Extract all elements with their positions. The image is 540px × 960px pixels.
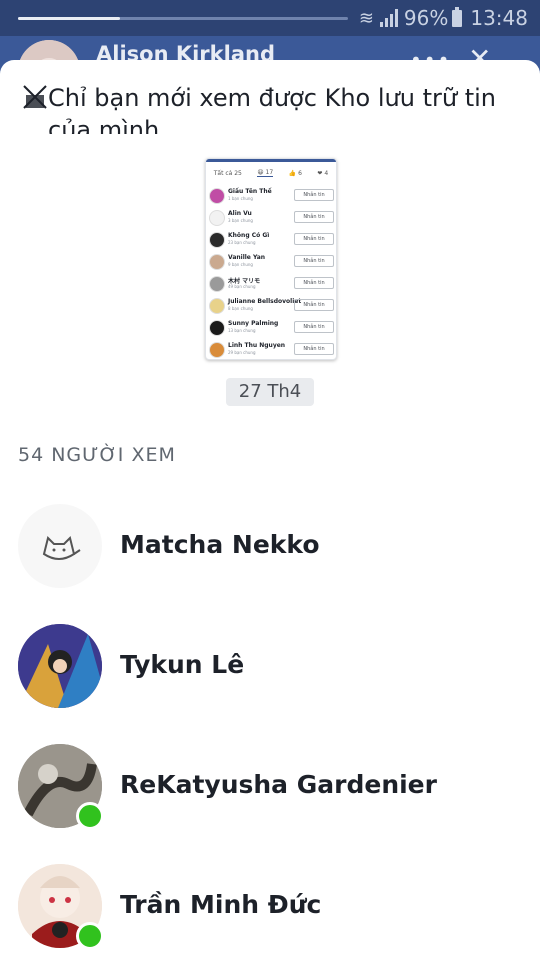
viewer-name[interactable]: Matcha Nekko [120,530,320,559]
thumbnail-tab: ❤ 4 [317,169,329,177]
battery-icon [452,6,463,27]
thumbnail-name: Vanille Yan [228,254,266,261]
thumbnail-avatar [209,210,225,226]
story-date: 27 Th4 [226,378,314,406]
online-status-dot [76,922,104,950]
viewer-avatar[interactable] [18,624,102,708]
thumbnail-row: 木村 マリモ 49 bạn chung Nhắn tin [206,273,336,295]
thumbnail-row: Julianne Bellsdovoliet 8 bạn chung Nhắn ti… [206,295,336,317]
thumbnail-row: Alin Vu 3 bạn chung Nhắn tin [206,207,336,229]
viewer-name[interactable]: ReKatyusha Gardenier [120,770,437,799]
viewer-name[interactable]: Trần Minh Đức [120,890,321,919]
thumbnail-mutual: 49 bạn chung [228,284,256,289]
thumbnail-row: Vanille Yan 9 bạn chung Nhắn tin [206,251,336,273]
thumbnail-message-button: Nhắn tin [294,277,334,289]
viewer-avatar[interactable] [18,504,102,588]
viewer-row[interactable]: Trần Minh Đức [0,864,540,960]
thumbnail-top-bar [206,159,336,162]
thumbnail-message-button: Nhắn tin [294,233,334,245]
battery-percent: 96% [403,6,449,30]
anime-art [18,624,102,708]
thumbnail-mutual: 3 bạn chung [228,218,253,223]
thumbnail-avatar [209,188,225,204]
thumbnail-row: Không Có Gì 23 bạn chung Nhắn tin [206,229,336,251]
online-status-dot [76,802,104,830]
thumbnail-mutual: 23 bạn chung [228,240,256,245]
thumbnail-tab: Tất cả 25 [213,169,242,177]
thumbnail-avatar [209,298,225,314]
thumbnail-name: Không Có Gì [228,232,270,239]
lock-icon [23,85,47,109]
story-thumbnail[interactable]: Tất cả 25 😆 17 👍 6 ❤ 4 Giấu Tên Thế 1 bạn ch… [205,158,337,360]
viewer-row[interactable]: Tykun Lê [0,624,540,724]
thumbnail-message-button: Nhắn tin [294,211,334,223]
thumbnail-row: Giấu Tên Thế 1 bạn chung Nhắn tin [206,185,336,207]
thumbnail-tab: 😆 17 [257,169,274,177]
viewer-row[interactable]: ReKatyusha Gardenier [0,744,540,844]
status-right: ≋ 96% 13:48 [359,6,528,30]
thumbnail-avatar [209,254,225,270]
thumbnail-row: Linh Thu Nguyen 29 bạn chung Nhắn tin [206,339,336,359]
thumbnail-mutual: 8 bạn chung [228,306,253,311]
thumbnail-mutual: 29 bạn chung [228,350,256,355]
thumbnail-tabs: Tất cả 25 😆 17 👍 6 ❤ 4 [206,165,336,181]
viewers-sheet: Chỉ bạn mới xem được Kho lưu trữ tin của… [0,60,540,960]
thumbnail-tab: 👍 6 [288,169,302,177]
thumbnail-message-button: Nhắn tin [294,321,334,333]
privacy-notice-text: Chỉ bạn mới xem được Kho lưu trữ tin của… [48,84,496,134]
thumbnail-avatar [209,320,225,336]
status-bar: ≋ 96% 13:48 [0,0,540,36]
thumbnail-mutual: 1 bạn chung [228,196,253,201]
wifi-icon: ≋ [358,7,374,29]
signal-icon [379,9,398,27]
thumbnail-name: Linh Thu Nguyen [228,342,286,349]
thumbnail-avatar [209,342,225,358]
thumbnail-row: Sunny Palming 13 bạn chung Nhắn tin [206,317,336,339]
viewers-count: 54 NGƯỜI XEM [18,444,176,466]
cat-icon [42,536,81,560]
thumbnail-name: Giấu Tên Thế [228,188,272,195]
story-progress-fill [18,17,121,20]
thumbnail-message-button: Nhắn tin [294,343,334,355]
thumbnail-mutual: 9 bạn chung [228,262,253,267]
thumbnail-name: Sunny Palming [228,320,279,327]
thumbnail-name: Alin Vu [228,210,252,217]
thumbnail-message-button: Nhắn tin [294,299,334,311]
thumbnail-message-button: Nhắn tin [294,189,334,201]
privacy-notice: Chỉ bạn mới xem được Kho lưu trữ tin của… [22,82,522,134]
thumbnail-name: Julianne Bellsdovoliet [228,298,302,305]
status-time: 13:48 [470,6,528,30]
thumbnail-message-button: Nhắn tin [294,255,334,267]
thumbnail-mutual: 13 bạn chung [228,328,256,333]
viewer-name[interactable]: Tykun Lê [120,650,244,679]
thumbnail-avatar [209,232,225,248]
story-progress-track [18,17,348,20]
thumbnail-avatar [209,276,225,292]
viewer-row[interactable]: Matcha Nekko [0,504,540,604]
